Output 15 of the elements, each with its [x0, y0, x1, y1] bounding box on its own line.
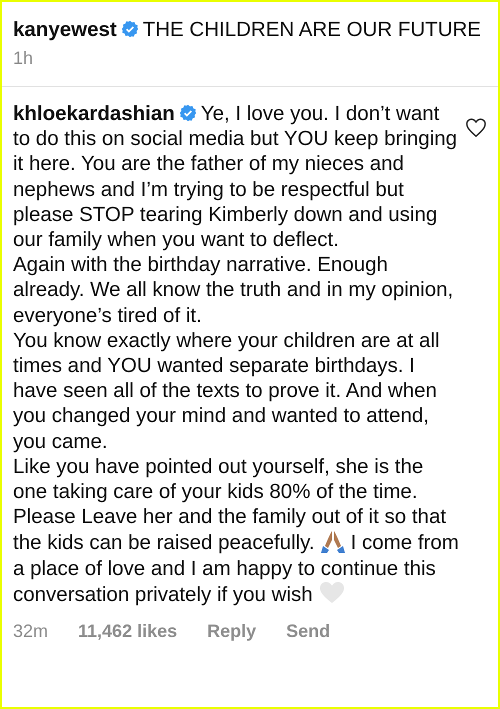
like-icon[interactable] — [465, 117, 487, 139]
likes-count[interactable]: 11,462 likes — [78, 619, 178, 644]
comment-text: Again with the birthday narrative. Enough already. We all know the truth and in my opinion, everyone’s tired of it. — [13, 252, 454, 328]
post-time: 1h — [13, 48, 34, 69]
heart-icon — [318, 580, 345, 605]
praying-hands-icon — [318, 529, 347, 554]
post-username[interactable]: kanyewest — [13, 18, 117, 41]
comment-text: You know exactly where your children are at all times and YOU wanted separate birthdays. I have seen all of the texts to prove it. And when you changed your mind and wanted to attend, you came. — [13, 328, 441, 454]
action-link[interactable]: Reply — [207, 619, 256, 644]
comment-text: khloekardashian Ye, I love you. I don’t want to do this on social media but YOU keep bringing it here. You are the father of my nieces and nephews and I’m trying to be respectful but please STOP tearing Kimberly down and using our family when you want to deflect. — [13, 101, 458, 252]
commenter-username[interactable]: khloekardashian — [13, 102, 175, 125]
post-caption: THE CHILDREN ARE OUR FUTURE — [142, 18, 481, 41]
comment-text: Like you have pointed out yourself, she is the one taking care of your kids 80% of the time. Please Leave her and the family out of it so that the kids can be raised peacefully. I come from a place of love and I am happy to continue this conversation privately if you wish — [13, 454, 460, 608]
comment-time: 32m — [13, 620, 48, 644]
action-link[interactable]: Send — [286, 619, 330, 644]
